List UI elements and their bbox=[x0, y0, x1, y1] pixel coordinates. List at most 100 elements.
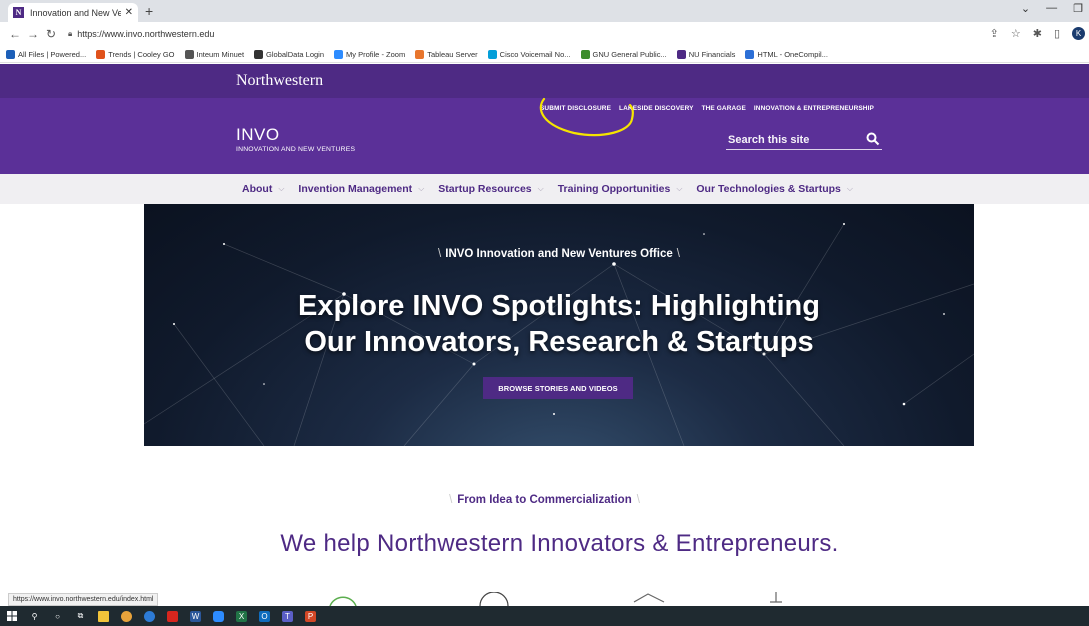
chevron-down-icon: ⌵ bbox=[278, 184, 285, 193]
chrome-icon[interactable] bbox=[121, 610, 132, 622]
bookmark-star-icon[interactable]: ☆ bbox=[1011, 27, 1021, 40]
hero-eyebrow-text: INVO Innovation and New Ventures Office bbox=[445, 248, 673, 260]
app-icon[interactable] bbox=[144, 610, 155, 622]
util-link-submit-disclosure[interactable]: SUBMIT DISCLOSURE bbox=[540, 105, 611, 112]
util-link-innovation-entrepreneurship[interactable]: INNOVATION & ENTREPRENEURSHIP bbox=[754, 105, 874, 112]
outlook-icon[interactable]: O bbox=[259, 610, 270, 622]
share-icon[interactable]: ⇪ bbox=[990, 27, 999, 40]
reload-icon[interactable]: ↻ bbox=[42, 27, 60, 41]
back-icon[interactable]: ← bbox=[6, 27, 24, 41]
bookmark-item[interactable]: NU Financials bbox=[676, 49, 736, 59]
bookmark-label: NU Financials bbox=[688, 49, 736, 59]
profile-avatar[interactable]: K bbox=[1072, 27, 1085, 40]
nav-training-opportunities[interactable]: Training Opportunities ⌵ bbox=[558, 183, 683, 195]
close-tab-icon[interactable]: ✕ bbox=[125, 7, 133, 18]
bookmark-label: GlobalData Login bbox=[266, 49, 325, 59]
address-bar: ← → ↻ 🔒︎ https://www.invo.northwestern.e… bbox=[0, 22, 1089, 46]
forward-icon[interactable]: → bbox=[24, 27, 42, 41]
nav-invention-management[interactable]: Invention Management ⌵ bbox=[298, 183, 424, 195]
url-text: https://www.invo.northwestern.edu bbox=[77, 29, 215, 39]
hero-title-line-2: Our Innovators, Research & Startups bbox=[304, 326, 814, 358]
new-tab-icon[interactable]: + bbox=[145, 3, 153, 19]
powerpoint-icon[interactable]: P bbox=[305, 610, 316, 622]
search-input[interactable] bbox=[726, 133, 856, 146]
cisco-icon bbox=[487, 49, 497, 59]
bookmark-label: Inteum Minuet bbox=[196, 49, 245, 59]
lock-icon: 🔒︎ bbox=[68, 29, 73, 38]
nav-training-opportunities-label: Training Opportunities bbox=[557, 183, 671, 195]
search-icon[interactable]: ⚲ bbox=[29, 611, 40, 622]
bookmark-label: Tableau Server bbox=[427, 49, 478, 59]
nu-icon bbox=[676, 49, 686, 59]
logo-invo: INVO bbox=[236, 125, 280, 144]
chevron-down-icon: ⌵ bbox=[846, 184, 853, 193]
tableau-icon bbox=[415, 49, 425, 59]
box-icon bbox=[6, 49, 15, 59]
acrobat-icon[interactable] bbox=[167, 610, 178, 622]
word-icon[interactable]: W bbox=[190, 610, 201, 622]
nav-technologies-startups[interactable]: Our Technologies & Startups ⌵ bbox=[696, 183, 853, 195]
teams-icon[interactable]: T bbox=[282, 610, 293, 622]
bookmark-item[interactable]: Tableau Server bbox=[415, 49, 478, 59]
nav-startup-resources-label: Startup Resources bbox=[438, 183, 532, 195]
search-icon[interactable] bbox=[866, 132, 880, 146]
windows-taskbar: ⚲ ○ ⧉ W X O T P bbox=[0, 606, 1089, 626]
bookmark-item[interactable]: Inteum Minuet bbox=[184, 49, 245, 59]
browser-tab[interactable]: N Innovation and New Ventures - N ✕ bbox=[8, 3, 138, 22]
chevron-down-icon: ⌵ bbox=[418, 184, 425, 193]
logo-subtitle: INNOVATION AND NEW VENTURES bbox=[236, 146, 356, 153]
invo-logo[interactable]: INVO INNOVATION AND NEW VENTURES bbox=[236, 125, 355, 153]
hero-title-line-1: Explore INVO Spotlights: Highlighting bbox=[298, 290, 820, 322]
excel-icon[interactable]: X bbox=[236, 610, 247, 622]
toolbar-icons: ⇪ ☆ ✱ ▯ K bbox=[990, 27, 1085, 40]
bookmark-label: All Files | Powered... bbox=[18, 49, 87, 59]
windows-start-icon[interactable] bbox=[6, 611, 17, 622]
link-status-bar: https://www.invo.northwestern.edu/index.… bbox=[8, 593, 159, 606]
zoom-icon bbox=[334, 49, 344, 59]
section-title: We help Northwestern Innovators & Entrep… bbox=[280, 530, 839, 557]
nav-startup-resources[interactable]: Startup Resources ⌵ bbox=[438, 183, 543, 195]
site-header: SUBMIT DISCLOSURE LAKESIDE DISCOVERY THE… bbox=[0, 98, 1089, 174]
side-panel-icon[interactable]: ▯ bbox=[1054, 27, 1060, 40]
minimize-icon[interactable]: — bbox=[1046, 2, 1057, 15]
bookmark-item[interactable]: HTML - OneCompil... bbox=[745, 49, 828, 59]
bookmark-label: My Profile - Zoom bbox=[346, 49, 406, 59]
cooley-icon bbox=[96, 49, 106, 59]
maximize-icon[interactable]: ❐ bbox=[1073, 2, 1083, 15]
bookmark-label: HTML - OneCompil... bbox=[757, 49, 828, 59]
northwestern-wordmark[interactable]: Northwestern bbox=[236, 72, 323, 90]
bookmark-item[interactable]: My Profile - Zoom bbox=[334, 49, 406, 59]
bookmarks-bar: All Files | Powered... Trends | Cooley GO… bbox=[0, 46, 1089, 63]
bookmark-item[interactable]: All Files | Powered... bbox=[6, 49, 87, 59]
browse-stories-button[interactable]: BROWSE STORIES AND VIDEOS bbox=[483, 377, 633, 399]
cortana-icon[interactable]: ○ bbox=[52, 611, 63, 622]
bookmark-item[interactable]: Trends | Cooley GO bbox=[96, 49, 175, 59]
zoom-icon[interactable] bbox=[213, 610, 224, 622]
nav-technologies-startups-label: Our Technologies & Startups bbox=[696, 183, 841, 195]
globe-icon bbox=[254, 49, 264, 59]
utility-nav: SUBMIT DISCLOSURE LAKESIDE DISCOVERY THE… bbox=[540, 105, 874, 112]
bookmark-label: GNU General Public... bbox=[592, 49, 667, 59]
util-link-lakeside-discovery[interactable]: LAKESIDE DISCOVERY bbox=[619, 105, 694, 112]
extensions-icon[interactable]: ✱ bbox=[1033, 27, 1042, 40]
nav-about[interactable]: About ⌵ bbox=[242, 183, 284, 195]
northwestern-favicon-icon: N bbox=[13, 7, 24, 18]
bookmark-label: Trends | Cooley GO bbox=[108, 49, 175, 59]
bookmark-item[interactable]: GNU General Public... bbox=[580, 49, 667, 59]
file-explorer-icon[interactable] bbox=[98, 610, 109, 622]
main-nav: About ⌵ Invention Management ⌵ Startup Res… bbox=[0, 174, 1089, 204]
task-view-icon[interactable]: ⧉ bbox=[75, 611, 86, 622]
gnu-icon bbox=[580, 49, 590, 59]
university-bar: Northwestern bbox=[0, 64, 1089, 98]
hero-title: Explore INVO Spotlights: Highlighting Ou… bbox=[144, 288, 974, 360]
bookmark-item[interactable]: Cisco Voicemail No... bbox=[487, 49, 571, 59]
section-eyebrow: \ From Idea to Commercialization \ bbox=[449, 494, 640, 506]
tab-search-icon[interactable]: ⌄ bbox=[1021, 2, 1030, 15]
inteum-icon bbox=[184, 49, 194, 59]
url-field[interactable]: 🔒︎ https://www.invo.northwestern.edu bbox=[68, 29, 214, 39]
nav-invention-management-label: Invention Management bbox=[298, 183, 413, 195]
window-controls: ⌄ — ❐ bbox=[1021, 2, 1083, 15]
feature-icons-row bbox=[329, 592, 782, 606]
bookmark-item[interactable]: GlobalData Login bbox=[254, 49, 325, 59]
util-link-the-garage[interactable]: THE GARAGE bbox=[702, 105, 746, 112]
